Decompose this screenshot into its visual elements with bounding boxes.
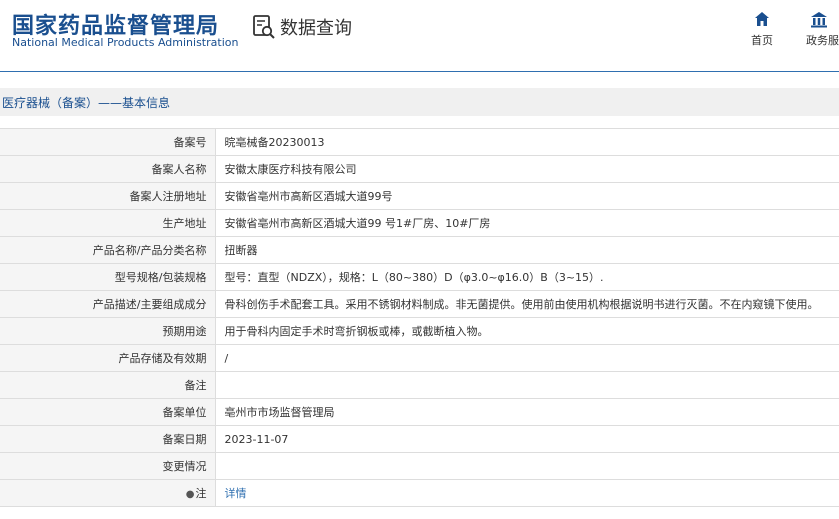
row-value: 晥亳械备20230013 <box>215 128 839 156</box>
table-row: 备案日期 2023-11-07 <box>0 425 839 453</box>
table-row: 备案人注册地址 安徽省亳州市高新区酒城大道99号 <box>0 182 839 210</box>
nav-home[interactable]: 首页 <box>740 10 784 48</box>
row-label: 备案日期 <box>0 425 216 453</box>
table-row: 备案人名称 安徽太康医疗科技有限公司 <box>0 155 839 183</box>
table-row: 产品名称/产品分类名称 扭断器 <box>0 236 839 264</box>
pin-icon: ● <box>185 489 195 500</box>
nav-gov-label: 政务服 <box>806 34 839 47</box>
home-icon <box>755 12 769 26</box>
row-label: 产品存储及有效期 <box>0 344 216 372</box>
record-detail-table: 备案号 晥亳械备20230013 备案人名称 安徽太康医疗科技有限公司 备案人注… <box>0 128 839 507</box>
table-row: 型号规格/包装规格 型号：直型（NDZX），规格：L（80~380）D（φ3.0… <box>0 263 839 291</box>
row-label: 备注 <box>0 371 216 399</box>
note-label: 注 <box>195 487 207 500</box>
table-row: 产品存储及有效期 / <box>0 344 839 372</box>
row-label: 产品名称/产品分类名称 <box>0 236 216 264</box>
table-row-note: ●注 详情 <box>0 479 839 507</box>
row-value: 亳州市市场监督管理局 <box>215 398 839 426</box>
table-row: 备案单位 亳州市市场监督管理局 <box>0 398 839 426</box>
row-value: 用于骨科内固定手术时弯折钢板或棒，或截断植入物。 <box>215 317 839 345</box>
breadcrumb: 医疗器械（备案）——基本信息 <box>2 95 171 110</box>
site-logo-english[interactable]: National Medical Products Administration <box>12 36 238 49</box>
section-title: 数据查询 <box>252 14 352 40</box>
row-value: 安徽省亳州市高新区酒城大道99号 <box>215 182 839 210</box>
row-label: 生产地址 <box>0 209 216 237</box>
row-value: 2023-11-07 <box>215 425 839 453</box>
row-label: 变更情况 <box>0 452 216 480</box>
row-label: 备案人注册地址 <box>0 182 216 210</box>
row-label: 备案号 <box>0 128 216 156</box>
table-row: 预期用途 用于骨科内固定手术时弯折钢板或棒，或截断植入物。 <box>0 317 839 345</box>
row-value <box>215 371 839 399</box>
table-row: 备案号 晥亳械备20230013 <box>0 128 839 156</box>
row-value: 安徽省亳州市高新区酒城大道99 号1#厂房、10#厂房 <box>215 209 839 237</box>
row-value: / <box>215 344 839 372</box>
search-document-icon <box>253 15 275 39</box>
row-label: 预期用途 <box>0 317 216 345</box>
section-title-text: 数据查询 <box>280 18 352 39</box>
table-row: 变更情况 <box>0 452 839 480</box>
row-value: 扭断器 <box>215 236 839 264</box>
table-row: 产品描述/主要组成成分 骨科创伤手术配套工具。采用不锈钢材料制成。非无菌提供。使… <box>0 290 839 318</box>
row-value: 骨科创伤手术配套工具。采用不锈钢材料制成。非无菌提供。使用前由使用机构根据说明书… <box>215 290 839 318</box>
details-link[interactable]: 详情 <box>225 487 247 500</box>
row-value: 型号：直型（NDZX），规格：L（80~380）D（φ3.0~φ16.0）B（3… <box>215 263 839 291</box>
row-label: 备案单位 <box>0 398 216 426</box>
nav-home-label: 首页 <box>751 34 773 47</box>
note-label-cell: ●注 <box>0 479 216 507</box>
site-header: 国家药品监督管理局 National Medical Products Admi… <box>0 0 839 72</box>
row-label: 备案人名称 <box>0 155 216 183</box>
nav-gov-service[interactable]: 政务服 <box>806 10 839 48</box>
table-row: 备注 <box>0 371 839 399</box>
row-value <box>215 452 839 480</box>
building-icon <box>811 12 827 28</box>
row-label: 产品描述/主要组成成分 <box>0 290 216 318</box>
row-value: 安徽太康医疗科技有限公司 <box>215 155 839 183</box>
row-label: 型号规格/包装规格 <box>0 263 216 291</box>
breadcrumb-bar: 医疗器械（备案）——基本信息 <box>0 88 839 116</box>
table-row: 生产地址 安徽省亳州市高新区酒城大道99 号1#厂房、10#厂房 <box>0 209 839 237</box>
note-value-cell: 详情 <box>215 479 839 507</box>
